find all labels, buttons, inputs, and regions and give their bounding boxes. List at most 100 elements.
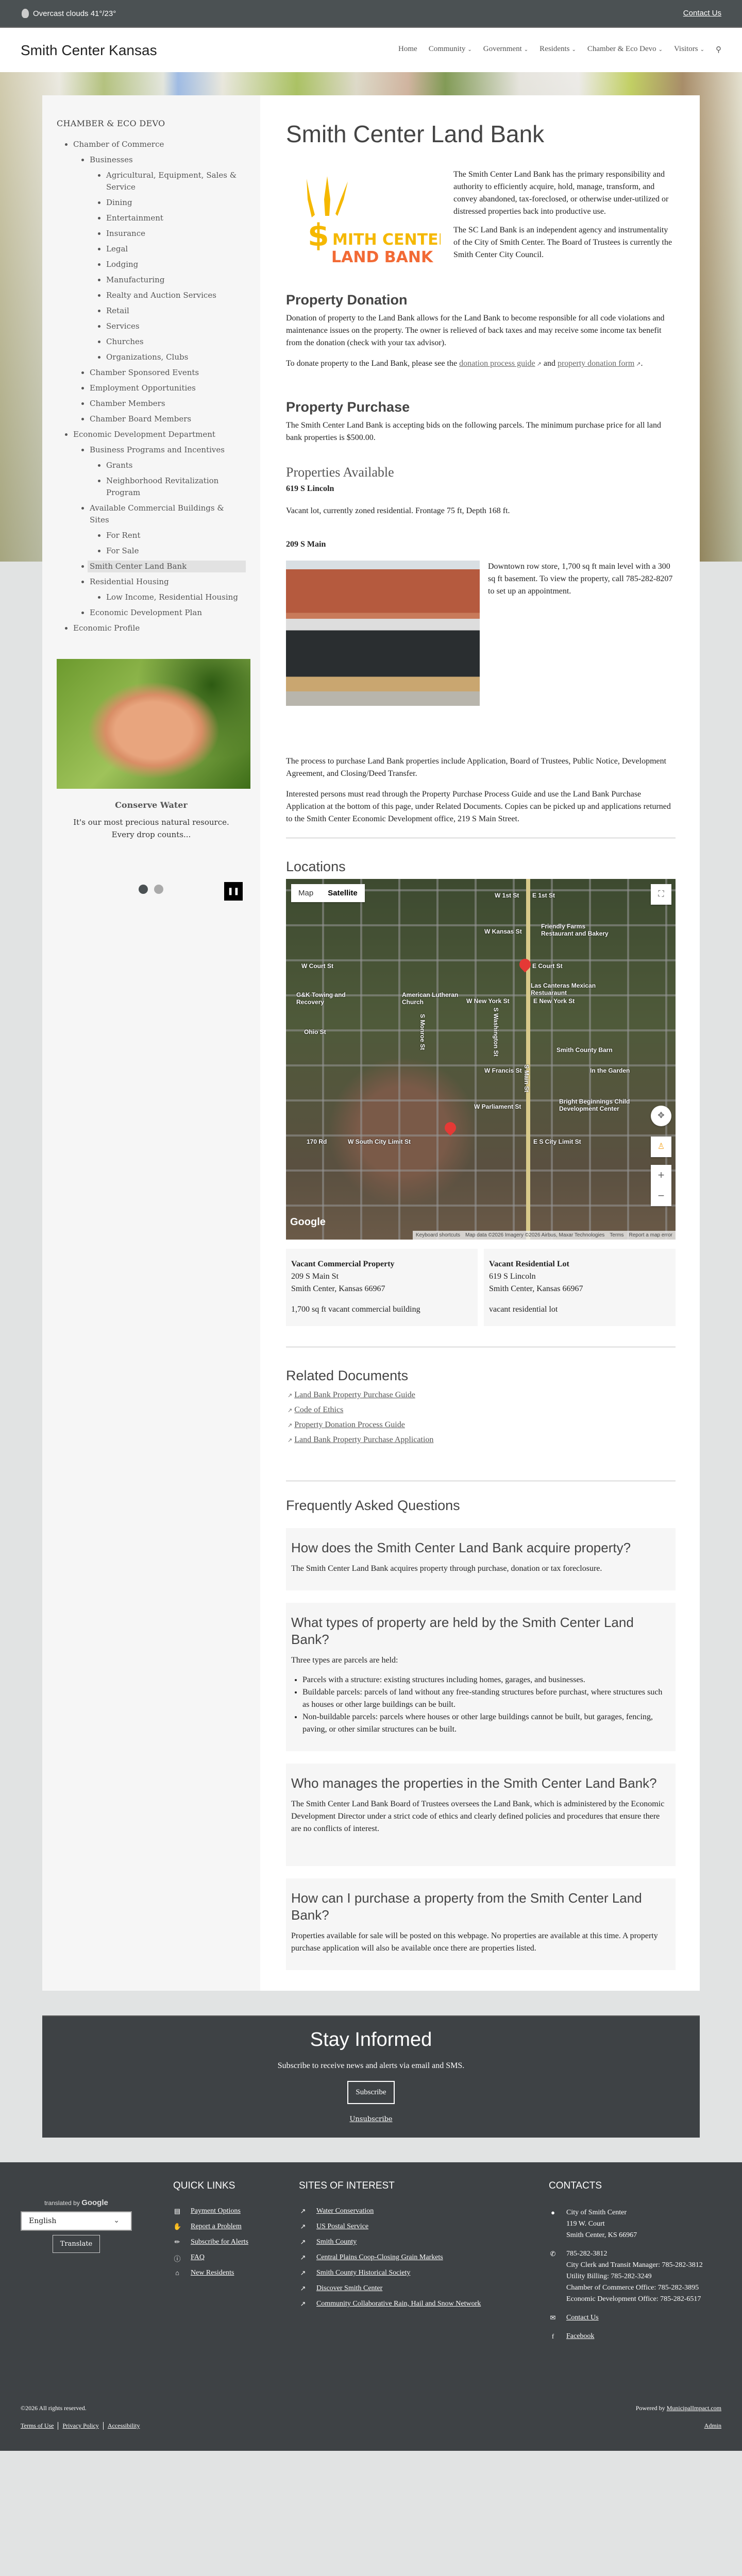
sidebar-item[interactable]: Economic Development Plan bbox=[90, 608, 202, 617]
sidebar-item[interactable]: For Sale bbox=[106, 546, 139, 555]
pegman-icon[interactable]: ♙ bbox=[651, 1137, 671, 1157]
sidebar-item[interactable]: Business Programs and Incentives bbox=[90, 445, 225, 454]
map-marker-icon[interactable] bbox=[517, 956, 533, 973]
donation-guide-link[interactable]: donation process guide bbox=[459, 359, 535, 368]
site-link[interactable]: Smith County Historical Society bbox=[316, 2269, 410, 2277]
sidebar-item[interactable]: Organizations, Clubs bbox=[106, 352, 188, 362]
sidebar-item[interactable]: Lodging bbox=[106, 260, 138, 269]
terms-link[interactable]: Terms bbox=[610, 1232, 623, 1238]
slide-dot[interactable] bbox=[154, 885, 163, 894]
sidebar-item[interactable]: Economic Development Department bbox=[73, 430, 215, 439]
sidebar-item[interactable]: Entertainment bbox=[106, 213, 163, 223]
nav-chamber[interactable]: Chamber & Eco Devo ⌄ bbox=[587, 45, 663, 55]
admin-link[interactable]: Admin bbox=[704, 2422, 721, 2430]
powered-by-link[interactable]: MunicipalImpact.com bbox=[667, 2404, 721, 2412]
sidebar-item[interactable]: Neighborhood Revitalization Program bbox=[106, 476, 218, 497]
sidebar-item[interactable]: Economic Profile bbox=[73, 623, 140, 633]
donation-form-link[interactable]: property donation form bbox=[558, 359, 634, 368]
sidebar-item[interactable]: Businesses bbox=[90, 155, 133, 164]
donation-text: Donation of property to the Land Bank al… bbox=[286, 314, 665, 347]
sidebar: CHAMBER & ECO DEVO Chamber of Commerce B… bbox=[42, 95, 260, 1991]
sidebar-item[interactable]: Chamber Sponsored Events bbox=[90, 368, 199, 377]
site-link[interactable]: Community Collaborative Rain, Hail and S… bbox=[316, 2300, 481, 2308]
zoom-in-button[interactable]: + bbox=[651, 1165, 671, 1185]
pencil-icon: ✏ bbox=[174, 2238, 180, 2246]
terms-link[interactable]: Terms of Use bbox=[21, 2422, 58, 2430]
sidebar-item[interactable]: Dining bbox=[106, 198, 132, 207]
sidebar-item[interactable]: Manufacturing bbox=[106, 275, 164, 284]
zoom-out-button[interactable]: − bbox=[651, 1185, 671, 1206]
sidebar-item[interactable]: Legal bbox=[106, 244, 128, 253]
nav-government[interactable]: Government ⌄ bbox=[483, 45, 528, 55]
quick-link[interactable]: New Residents bbox=[191, 2269, 234, 2277]
map-label[interactable]: American Lutheran Church bbox=[402, 991, 459, 1006]
sidebar-item[interactable]: Insurance bbox=[106, 229, 145, 238]
unsubscribe-link[interactable]: Unsubscribe bbox=[42, 2115, 700, 2123]
site-link[interactable]: US Postal Service bbox=[316, 2223, 368, 2231]
nav-community[interactable]: Community ⌄ bbox=[429, 45, 472, 55]
water-hands-image[interactable] bbox=[57, 659, 250, 789]
pause-button[interactable]: ❚❚ bbox=[224, 882, 243, 901]
facebook-link[interactable]: Facebook bbox=[566, 2331, 594, 2342]
sidebar-item[interactable]: Residential Housing bbox=[90, 577, 169, 586]
quick-link[interactable]: Payment Options bbox=[191, 2207, 241, 2215]
site-link[interactable]: Central Plains Coop-Closing Grain Market… bbox=[316, 2253, 443, 2262]
cloud-icon bbox=[22, 9, 29, 18]
sidebar-item[interactable]: Chamber Board Members bbox=[90, 414, 191, 423]
promo-title[interactable]: Conserve Water bbox=[57, 800, 246, 810]
map[interactable]: Map Satellite ⛶ ✥ ♙ + − W 1st St E 1st St… bbox=[286, 879, 676, 1240]
privacy-link[interactable]: Privacy Policy bbox=[58, 2422, 103, 2430]
sidebar-item-active[interactable]: Smith Center Land Bank bbox=[88, 561, 246, 572]
intro-paragraph: The Smith Center Land Bank has the prima… bbox=[453, 170, 669, 216]
document-link[interactable]: Land Bank Property Purchase Guide bbox=[294, 1391, 415, 1399]
quick-link[interactable]: FAQ bbox=[191, 2253, 205, 2262]
map-marker-icon[interactable] bbox=[442, 1120, 459, 1136]
document-link[interactable]: Property Donation Process Guide bbox=[294, 1420, 405, 1429]
map-label[interactable]: Las Canteras Mexican Restuaraunt bbox=[531, 982, 603, 996]
footer-contact-link[interactable]: Contact Us bbox=[566, 2312, 599, 2324]
language-select[interactable]: English ⌄ bbox=[21, 2211, 132, 2231]
map-label[interactable]: Bright Beginnings Child Development Cent… bbox=[559, 1098, 636, 1112]
map-type-satellite-button[interactable]: Satellite bbox=[321, 884, 365, 902]
external-link-icon: ↗ bbox=[300, 2207, 306, 2215]
map-label[interactable]: G&K Towing and Recovery bbox=[296, 991, 348, 1006]
sidebar-item[interactable]: Agricultural, Equipment, Sales & Service bbox=[106, 171, 237, 192]
keyboard-shortcuts-link[interactable]: Keyboard shortcuts bbox=[416, 1232, 460, 1238]
map-label[interactable]: Smith County Barn bbox=[556, 1046, 613, 1054]
map-type-map-button[interactable]: Map bbox=[291, 884, 321, 902]
sidebar-item[interactable]: Retail bbox=[106, 306, 129, 315]
nav-home[interactable]: Home bbox=[398, 45, 417, 55]
slide-dot-active[interactable] bbox=[139, 885, 148, 894]
sidebar-item[interactable]: Realty and Auction Services bbox=[106, 291, 216, 300]
top-contact-link[interactable]: Contact Us bbox=[683, 9, 721, 18]
sidebar-item[interactable]: For Rent bbox=[106, 531, 140, 540]
subscribe-button[interactable]: Subscribe bbox=[347, 2081, 395, 2104]
sidebar-item[interactable]: Services bbox=[106, 321, 140, 331]
report-error-link[interactable]: Report a map error bbox=[629, 1232, 672, 1238]
translate-button[interactable]: Translate bbox=[52, 2235, 100, 2253]
sidebar-item[interactable]: Low Income, Residential Housing bbox=[106, 592, 238, 602]
document-link[interactable]: Code of Ethics bbox=[294, 1405, 343, 1414]
site-link[interactable]: Discover Smith Center bbox=[316, 2284, 382, 2293]
sidebar-item[interactable]: Available Commercial Buildings & Sites bbox=[90, 503, 224, 524]
quick-link[interactable]: Subscribe for Alerts bbox=[191, 2238, 248, 2246]
map-label[interactable]: In the Garden bbox=[590, 1067, 630, 1074]
page-title: Smith Center Land Bank bbox=[286, 121, 545, 147]
camera-control-icon[interactable]: ✥ bbox=[651, 1106, 671, 1126]
quick-link[interactable]: Report a Problem bbox=[191, 2223, 242, 2231]
fullscreen-icon[interactable]: ⛶ bbox=[651, 884, 671, 905]
sidebar-item[interactable]: Grants bbox=[106, 461, 132, 470]
site-link[interactable]: Water Conservation bbox=[316, 2207, 374, 2215]
map-label[interactable]: Friendly Farms Restaurant and Bakery bbox=[541, 923, 613, 937]
site-link[interactable]: Smith County bbox=[316, 2238, 357, 2246]
nav-residents[interactable]: Residents ⌄ bbox=[539, 45, 576, 55]
sidebar-item[interactable]: Chamber of Commerce bbox=[73, 140, 164, 149]
search-icon[interactable]: ⚲ bbox=[716, 45, 721, 55]
accessibility-link[interactable]: Accessibility bbox=[103, 2422, 144, 2430]
nav-visitors[interactable]: Visitors ⌄ bbox=[674, 45, 704, 55]
sidebar-item[interactable]: Chamber Members bbox=[90, 399, 165, 408]
sidebar-item[interactable]: Churches bbox=[106, 337, 144, 346]
sidebar-item[interactable]: Employment Opportunities bbox=[90, 383, 196, 393]
document-link[interactable]: Land Bank Property Purchase Application bbox=[294, 1435, 433, 1444]
site-title[interactable]: Smith Center Kansas bbox=[21, 42, 157, 59]
